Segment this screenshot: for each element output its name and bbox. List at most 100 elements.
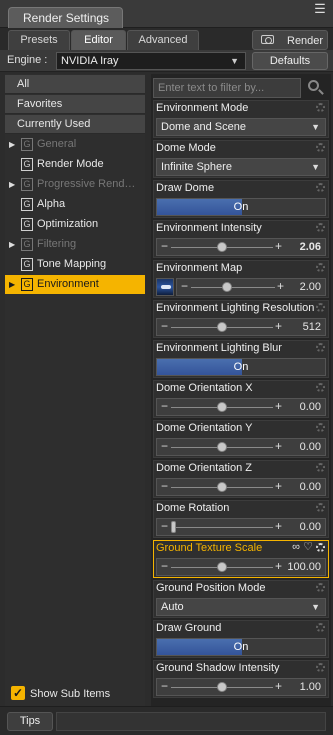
expand-arrow-icon[interactable]: ▶ bbox=[9, 175, 15, 194]
sidebar-item-all[interactable]: All bbox=[5, 75, 145, 94]
increment-button[interactable]: + bbox=[275, 399, 282, 414]
slider-value[interactable]: 100.00 bbox=[287, 559, 321, 575]
gear-icon[interactable] bbox=[316, 583, 325, 592]
slider-knob[interactable] bbox=[171, 521, 176, 533]
show-sub-items-toggle[interactable]: ✓ Show Sub Items bbox=[11, 685, 146, 703]
gear-icon[interactable] bbox=[316, 183, 325, 192]
link-icon[interactable]: ∞ bbox=[292, 541, 300, 554]
engine-select[interactable]: NVIDIA Iray ▼ bbox=[56, 52, 246, 70]
increment-button[interactable]: + bbox=[275, 479, 282, 494]
gear-icon[interactable] bbox=[316, 663, 325, 672]
slider-knob[interactable] bbox=[217, 682, 227, 692]
expand-arrow-icon[interactable]: ▶ bbox=[9, 275, 15, 294]
slider-value[interactable]: 0.00 bbox=[300, 519, 321, 535]
decrement-button[interactable]: − bbox=[161, 559, 168, 574]
environment-map-slider[interactable]: − + 2.00 bbox=[176, 278, 326, 296]
defaults-button[interactable]: Defaults bbox=[252, 52, 328, 70]
increment-button[interactable]: + bbox=[275, 679, 282, 694]
slider-knob[interactable] bbox=[217, 322, 227, 332]
sidebar-item-tone-mapping[interactable]: G Tone Mapping bbox=[5, 255, 145, 274]
slider-knob[interactable] bbox=[217, 402, 227, 412]
sidebar-item-label: Environment bbox=[37, 278, 99, 290]
render-button[interactable]: Render bbox=[252, 30, 328, 50]
dome-orientation-x-slider[interactable]: − + 0.00 bbox=[156, 398, 326, 416]
slider-knob[interactable] bbox=[217, 242, 227, 252]
checkbox-checked-icon[interactable]: ✓ bbox=[11, 686, 25, 700]
dome-orientation-y-slider[interactable]: − + 0.00 bbox=[156, 438, 326, 456]
increment-button[interactable]: + bbox=[275, 519, 282, 534]
ground-shadow-intensity-slider[interactable]: − + 1.00 bbox=[156, 678, 326, 696]
dome-mode-select[interactable]: Infinite Sphere ▼ bbox=[156, 158, 326, 176]
panel-menu-icon[interactable]: ☰ bbox=[311, 2, 329, 22]
slider-knob[interactable] bbox=[217, 562, 227, 572]
decrement-button[interactable]: − bbox=[181, 279, 188, 294]
decrement-button[interactable]: − bbox=[161, 479, 168, 494]
slider-value[interactable]: 2.00 bbox=[300, 279, 321, 295]
gear-icon[interactable] bbox=[316, 503, 325, 512]
environment-lighting-resolution-slider[interactable]: − + 512 bbox=[156, 318, 326, 336]
gear-icon[interactable] bbox=[316, 103, 325, 112]
slider-value[interactable]: 0.00 bbox=[300, 479, 321, 495]
increment-button[interactable]: + bbox=[275, 239, 282, 254]
gear-icon[interactable] bbox=[316, 463, 325, 472]
dome-rotation-slider[interactable]: − + 0.00 bbox=[156, 518, 326, 536]
decrement-button[interactable]: − bbox=[161, 679, 168, 694]
slider-knob[interactable] bbox=[222, 282, 232, 292]
sidebar-item-filtering[interactable]: ▶ G Filtering bbox=[5, 235, 145, 254]
sidebar-item-favorites[interactable]: Favorites bbox=[5, 95, 145, 114]
sidebar-item-render-mode[interactable]: G Render Mode bbox=[5, 155, 145, 174]
slider-track[interactable] bbox=[191, 287, 275, 288]
gear-icon[interactable] bbox=[316, 623, 325, 632]
sidebar-item-progressive-rendering[interactable]: ▶ G Progressive Rend… bbox=[5, 175, 145, 194]
slider-value[interactable]: 512 bbox=[303, 319, 321, 335]
tab-editor[interactable]: Editor bbox=[71, 30, 126, 50]
tab-presets[interactable]: Presets bbox=[8, 30, 70, 50]
draw-dome-toggle[interactable]: On bbox=[156, 198, 326, 216]
gear-icon[interactable] bbox=[316, 543, 325, 552]
sidebar-item-currently-used[interactable]: Currently Used bbox=[5, 115, 145, 134]
slider-value[interactable]: 1.00 bbox=[300, 679, 321, 695]
decrement-button[interactable]: − bbox=[161, 519, 168, 534]
slider-value[interactable]: 2.06 bbox=[300, 239, 321, 255]
gear-icon[interactable] bbox=[316, 343, 325, 352]
gear-icon[interactable] bbox=[316, 263, 325, 272]
sidebar-item-optimization[interactable]: G Optimization bbox=[5, 215, 145, 234]
gear-icon[interactable] bbox=[316, 303, 325, 312]
slider-knob[interactable] bbox=[217, 442, 227, 452]
increment-button[interactable]: + bbox=[275, 319, 282, 334]
expand-arrow-icon[interactable]: ▶ bbox=[9, 135, 15, 154]
gear-icon[interactable] bbox=[316, 223, 325, 232]
slider-knob[interactable] bbox=[217, 482, 227, 492]
increment-button[interactable]: + bbox=[275, 559, 282, 574]
decrement-button[interactable]: − bbox=[161, 239, 168, 254]
tab-advanced[interactable]: Advanced bbox=[127, 30, 199, 50]
filter-input[interactable] bbox=[153, 78, 301, 98]
slider-value[interactable]: 0.00 bbox=[300, 439, 321, 455]
increment-button[interactable]: + bbox=[277, 279, 284, 294]
decrement-button[interactable]: − bbox=[161, 319, 168, 334]
slider-value[interactable]: 0.00 bbox=[300, 399, 321, 415]
sidebar-item-alpha[interactable]: G Alpha bbox=[5, 195, 145, 214]
decrement-button[interactable]: − bbox=[161, 439, 168, 454]
gear-icon[interactable] bbox=[316, 143, 325, 152]
sidebar-item-general[interactable]: ▶ G General bbox=[5, 135, 145, 154]
search-icon[interactable] bbox=[308, 80, 319, 91]
decrement-button[interactable]: − bbox=[161, 399, 168, 414]
environment-mode-select[interactable]: Dome and Scene ▼ bbox=[156, 118, 326, 136]
window-title-tab[interactable]: Render Settings bbox=[8, 7, 123, 28]
environment-lighting-blur-toggle[interactable]: On bbox=[156, 358, 326, 376]
ground-texture-scale-slider[interactable]: − + 100.00 bbox=[156, 558, 326, 576]
tips-button[interactable]: Tips bbox=[7, 712, 53, 731]
gear-icon[interactable] bbox=[316, 423, 325, 432]
environment-map-thumbnail-icon[interactable] bbox=[156, 278, 174, 296]
expand-arrow-icon[interactable]: ▶ bbox=[9, 235, 15, 254]
sidebar-item-environment[interactable]: ▶ G Environment bbox=[5, 275, 145, 294]
draw-ground-toggle[interactable]: On bbox=[156, 638, 326, 656]
ground-position-mode-select[interactable]: Auto ▼ bbox=[156, 598, 326, 616]
increment-button[interactable]: + bbox=[275, 439, 282, 454]
environment-intensity-slider[interactable]: − + 2.06 bbox=[156, 238, 326, 256]
dome-orientation-z-slider[interactable]: − + 0.00 bbox=[156, 478, 326, 496]
slider-track[interactable] bbox=[171, 527, 273, 528]
favorite-heart-icon[interactable]: ♡ bbox=[303, 541, 313, 554]
gear-icon[interactable] bbox=[316, 383, 325, 392]
